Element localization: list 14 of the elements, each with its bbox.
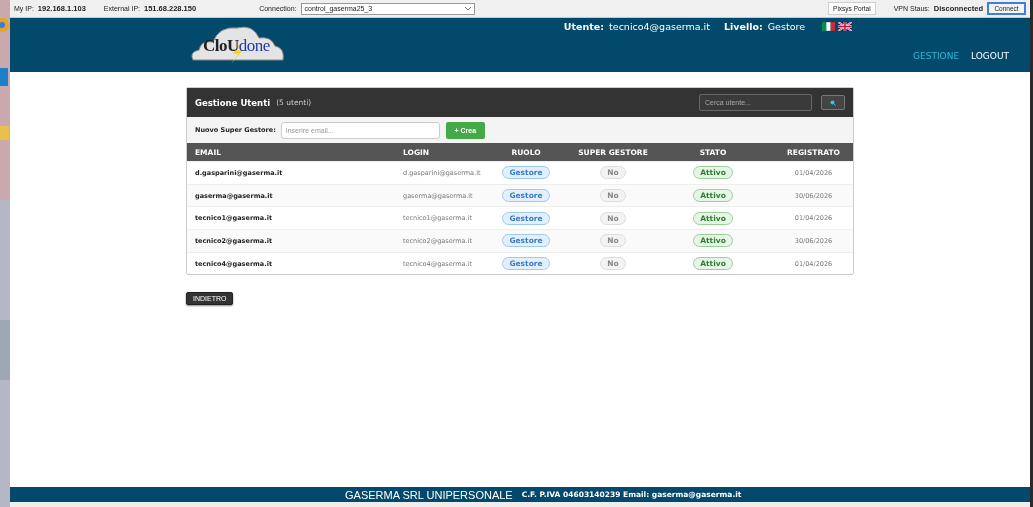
uk-flag-icon[interactable] xyxy=(838,22,852,31)
user-label: Utente: xyxy=(563,21,605,32)
search-icon xyxy=(830,99,836,106)
logo-wordmark: CloUdone xyxy=(203,36,270,56)
search-button[interactable] xyxy=(821,95,845,110)
company-name: GASERMA SRL UNIPERSONALE xyxy=(345,488,513,501)
level-value: Gestore xyxy=(767,21,805,32)
nav-link[interactable]: GESTIONE xyxy=(913,51,960,61)
user-email: tecnico4@gaserma.it xyxy=(609,21,710,32)
caret-icon xyxy=(464,6,471,11)
nav-link[interactable]: LOGOUT xyxy=(971,51,1009,61)
italy-flag-icon[interactable] xyxy=(822,22,835,31)
level-label: Livello: xyxy=(723,21,763,32)
panel-title: Gestione Utenti xyxy=(195,97,271,108)
